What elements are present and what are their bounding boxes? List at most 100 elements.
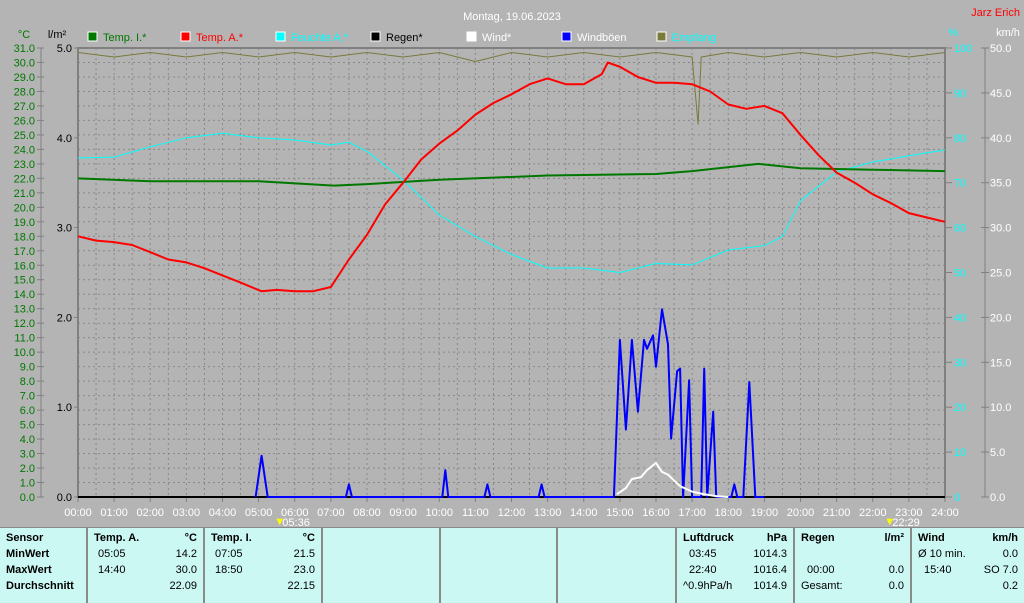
rain-unit-label: l/m² xyxy=(48,29,67,41)
author-label: Jarz Erich xyxy=(971,7,1020,19)
temp-tick-label: 30.0 xyxy=(14,57,35,69)
wind-unit: km/h xyxy=(992,530,1018,546)
temp-tick-label: 5.0 xyxy=(20,420,35,432)
rain-tick-label: 1.0 xyxy=(57,402,72,414)
temp-i-header: Temp. I. xyxy=(211,530,252,546)
min-row-label: MinWert xyxy=(6,546,80,562)
wind-column: Windkm/h Ø 10 min.0.0 15:40SO 7.0 0.2 xyxy=(912,528,1024,603)
humidity-unit-label: % xyxy=(948,27,958,39)
temp-a-min: 14.2 xyxy=(176,546,197,562)
rain-header: Regen xyxy=(801,530,835,546)
temp-tick-label: 20.0 xyxy=(14,202,35,214)
temp-a-avg: 22.09 xyxy=(169,578,197,594)
temp-tick-label: 4.0 xyxy=(20,434,35,446)
pressure-unit: hPa xyxy=(767,530,787,546)
temp-a-unit: °C xyxy=(185,530,197,546)
legend-label-reception: Empfang xyxy=(672,32,716,44)
temp-tick-label: 6.0 xyxy=(20,405,35,417)
pressure-current: 1014.9 xyxy=(753,578,787,594)
empty-column xyxy=(558,528,677,603)
wind-avg-label: Ø 10 min. xyxy=(918,546,966,562)
x-tick-label: 00:00 xyxy=(64,507,92,519)
humidity-tick-label: 80 xyxy=(954,133,966,145)
legend-swatch-wind xyxy=(467,32,476,41)
temp-tick-label: 8.0 xyxy=(20,376,35,388)
temp-tick-label: 22.0 xyxy=(14,173,35,185)
humidity-tick-label: 90 xyxy=(954,88,966,100)
x-tick-label: 22:00 xyxy=(859,507,887,519)
grid xyxy=(78,48,945,497)
x-tick-label: 16:00 xyxy=(642,507,670,519)
temp-tick-label: 21.0 xyxy=(14,188,35,200)
pressure-min: 1014.3 xyxy=(753,546,787,562)
legend-swatch-reception xyxy=(657,32,666,41)
temp-tick-label: 18.0 xyxy=(14,231,35,243)
x-tick-label: 13:00 xyxy=(534,507,562,519)
rain-max-time: 00:00 xyxy=(801,562,835,578)
x-tick-label: 17:00 xyxy=(678,507,706,519)
axes: 0.01.02.03.04.05.06.07.08.09.010.011.012… xyxy=(14,43,1012,527)
temp-unit-label: °C xyxy=(18,29,30,41)
x-tick-label: 07:00 xyxy=(317,507,345,519)
rain-total: 0.0 xyxy=(889,578,904,594)
temp-tick-label: 19.0 xyxy=(14,217,35,229)
humidity-tick-label: 20 xyxy=(954,402,966,414)
legend-swatch-rain xyxy=(371,32,380,41)
legend-swatch-humidity xyxy=(276,32,285,41)
x-tick-label: 05:00 xyxy=(245,507,273,519)
max-row-label: MaxWert xyxy=(6,562,80,578)
temp-i-min: 21.5 xyxy=(294,546,315,562)
temp-tick-label: 3.0 xyxy=(20,449,35,461)
wind-unit-label: km/h xyxy=(996,27,1020,39)
temp-tick-label: 0.0 xyxy=(20,492,35,504)
temp-tick-label: 1.0 xyxy=(20,478,35,490)
wind-tick-label: 0.0 xyxy=(990,492,1005,504)
weather-chart: Montag, 19.06.2023 Jarz Erich °C l/m² % … xyxy=(0,0,1024,527)
pressure-max-time: 22:40 xyxy=(683,562,717,578)
temp-tick-label: 26.0 xyxy=(14,115,35,127)
wind-tick-label: 15.0 xyxy=(990,357,1011,369)
x-tick-label: 04:00 xyxy=(209,507,237,519)
temp-tick-label: 7.0 xyxy=(20,391,35,403)
temp-tick-label: 15.0 xyxy=(14,275,35,287)
rain-tick-label: 5.0 xyxy=(57,43,72,55)
temp-tick-label: 28.0 xyxy=(14,86,35,98)
temp-i-column: Temp. I.°C 07:0521.5 18:5023.0 22.15 xyxy=(205,528,323,603)
pressure-column: Luftdruck hPa 03:45 1014.3 22:40 1016.4 ^0.… xyxy=(677,528,795,603)
x-tick-label: 15:00 xyxy=(606,507,634,519)
x-tick-label: 24:00 xyxy=(931,507,959,519)
humidity-tick-label: 50 xyxy=(954,268,966,280)
sensor-column: Sensor MinWert MaxWert Durchschnitt xyxy=(0,528,88,603)
legend-label-humidity: Feuchte A.* xyxy=(291,32,349,44)
x-tick-label: 01:00 xyxy=(100,507,128,519)
temp-tick-label: 17.0 xyxy=(14,246,35,258)
humidity-tick-label: 70 xyxy=(954,178,966,190)
temp-i-min-time: 07:05 xyxy=(211,546,243,562)
x-tick-label: 12:00 xyxy=(498,507,526,519)
x-tick-label: 10:00 xyxy=(425,507,453,519)
humidity-tick-label: 40 xyxy=(954,312,966,324)
legend-swatch-gusts xyxy=(562,32,571,41)
temp-tick-label: 31.0 xyxy=(14,43,35,55)
pressure-header: Luftdruck xyxy=(683,530,734,546)
legend-label-rain: Regen* xyxy=(386,32,423,44)
legend-label-temp_i: Temp. I.* xyxy=(103,32,147,44)
wind-tick-label: 30.0 xyxy=(990,223,1011,235)
temp-tick-label: 10.0 xyxy=(14,347,35,359)
pressure-trend: ^0.9hPa/h xyxy=(683,578,732,594)
temp-tick-label: 14.0 xyxy=(14,289,35,301)
rain-tick-label: 4.0 xyxy=(57,133,72,145)
avg-row-label: Durchschnitt xyxy=(6,578,80,594)
chart-title: Montag, 19.06.2023 xyxy=(463,11,561,23)
pressure-max: 1016.4 xyxy=(753,562,787,578)
wind-avg: 0.0 xyxy=(1003,546,1018,562)
wind-tick-label: 20.0 xyxy=(990,312,1011,324)
temp-tick-label: 11.0 xyxy=(14,333,35,345)
wind-max-time: 15:40 xyxy=(918,562,952,578)
legend-label-temp_a: Temp. A.* xyxy=(196,32,244,44)
pressure-min-time: 03:45 xyxy=(683,546,717,562)
humidity-tick-label: 10 xyxy=(954,447,966,459)
x-tick-label: 18:00 xyxy=(714,507,742,519)
rain-unit: l/m² xyxy=(884,530,904,546)
sun-time-label: 22:29 xyxy=(892,517,920,527)
